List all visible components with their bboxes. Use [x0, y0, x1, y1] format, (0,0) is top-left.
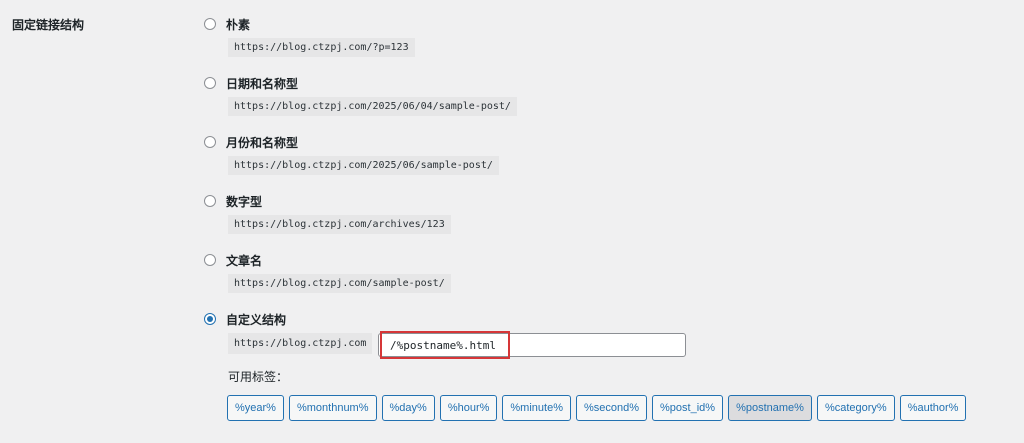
radio-day-name[interactable]: [204, 77, 216, 89]
option-month-name[interactable]: 月份和名称型 https://blog.ctzpj.com/2025/06/sa…: [204, 134, 499, 175]
available-tags-label: 可用标签：: [228, 370, 289, 384]
example-url: https://blog.ctzpj.com/2025/06/04/sample…: [228, 97, 517, 116]
radio-plain[interactable]: [204, 18, 216, 30]
tag-second-button[interactable]: %second%: [575, 395, 648, 421]
option-label: 日期和名称型: [226, 76, 299, 91]
custom-prefix-row: https://blog.ctzpj.com: [228, 333, 373, 354]
tag-year-button[interactable]: %year%: [227, 395, 284, 421]
option-custom[interactable]: 自定义结构: [204, 311, 286, 327]
custom-structure-field[interactable]: [378, 331, 686, 359]
option-label: 朴素: [226, 17, 251, 32]
tag-post-id-button[interactable]: %post_id%: [652, 395, 724, 421]
radio-month-name[interactable]: [204, 136, 216, 148]
tag-day-button[interactable]: %day%: [381, 395, 435, 421]
radio-post-name[interactable]: [204, 254, 216, 266]
radio-custom[interactable]: [204, 313, 216, 325]
option-label: 文章名: [226, 253, 263, 268]
example-url: https://blog.ctzpj.com/archives/123: [228, 215, 451, 234]
example-url: https://blog.ctzpj.com/?p=123: [228, 38, 415, 57]
section-label: 固定链接结构: [12, 18, 85, 32]
custom-structure-input[interactable]: [380, 331, 510, 359]
option-numeric[interactable]: 数字型 https://blog.ctzpj.com/archives/123: [204, 193, 451, 234]
option-post-name[interactable]: 文章名 https://blog.ctzpj.com/sample-post/: [204, 252, 451, 293]
option-label: 自定义结构: [226, 312, 287, 327]
tag-hour-button[interactable]: %hour%: [439, 395, 498, 421]
tag-buttons: %year% %monthnum% %day% %hour% %minute% …: [227, 395, 971, 421]
option-label: 月份和名称型: [226, 135, 299, 150]
option-label: 数字型: [226, 194, 263, 209]
tag-postname-button[interactable]: %postname%: [728, 395, 812, 421]
option-plain[interactable]: 朴素 https://blog.ctzpj.com/?p=123: [204, 16, 415, 57]
tag-category-button[interactable]: %category%: [816, 395, 895, 421]
custom-prefix: https://blog.ctzpj.com: [228, 333, 373, 354]
example-url: https://blog.ctzpj.com/2025/06/sample-po…: [228, 156, 499, 175]
example-url: https://blog.ctzpj.com/sample-post/: [228, 274, 451, 293]
tag-author-button[interactable]: %author%: [899, 395, 967, 421]
tag-minute-button[interactable]: %minute%: [502, 395, 571, 421]
tag-monthnum-button[interactable]: %monthnum%: [288, 395, 377, 421]
radio-numeric[interactable]: [204, 195, 216, 207]
option-day-name[interactable]: 日期和名称型 https://blog.ctzpj.com/2025/06/04…: [204, 75, 517, 116]
